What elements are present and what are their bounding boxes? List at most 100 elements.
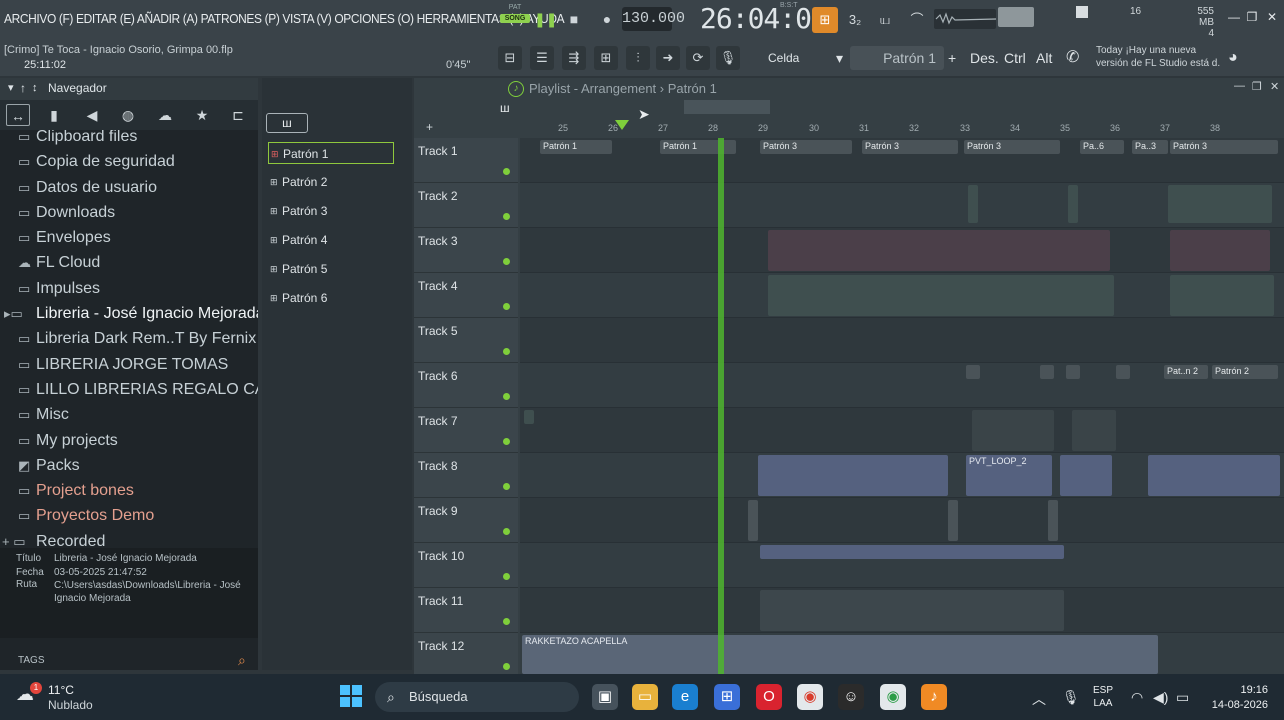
microphone-tray-icon[interactable]: 🎙 — [1062, 689, 1080, 706]
playlist-close-icon[interactable]: ✕ — [1270, 80, 1279, 93]
stop-button[interactable]: ■ — [563, 8, 585, 30]
audio-clip[interactable] — [768, 275, 1114, 316]
ctrl-button[interactable]: Ctrl — [1004, 48, 1026, 68]
track-enable-icon[interactable] — [503, 393, 510, 400]
record-button[interactable]: ● — [596, 8, 618, 30]
audio-clip[interactable] — [758, 455, 948, 496]
edge-icon[interactable]: e — [672, 684, 698, 710]
files-tab-icon[interactable]: ▮ — [42, 104, 66, 126]
file-explorer-icon[interactable]: ▭ — [632, 684, 658, 710]
track-header[interactable]: Track 2 — [414, 183, 518, 228]
track-header[interactable]: Track 11 — [414, 588, 518, 633]
pattern-item[interactable]: ⊞ Patrón 2 — [268, 171, 394, 193]
playhead[interactable] — [718, 138, 724, 674]
browser-item[interactable]: ▭ Misc — [0, 402, 258, 427]
pattern-clip[interactable]: Pa..3 — [1132, 140, 1168, 154]
track-header[interactable]: Track 10 — [414, 543, 518, 588]
track-enable-icon[interactable] — [503, 303, 510, 310]
playlist-scrollbar-thumb[interactable] — [684, 100, 770, 114]
pattern-clip[interactable]: Patrón 3 — [862, 140, 958, 154]
browser-item[interactable]: ▭ Datos de usuario — [0, 175, 258, 200]
clock[interactable]: 19:16 14-08-2026 — [1208, 683, 1268, 713]
pattern-selector[interactable]: Patrón 1 — [850, 46, 944, 70]
pattern-clip[interactable]: Patrón 1 — [660, 140, 736, 154]
audio-clip[interactable] — [968, 185, 978, 223]
pause-button[interactable]: ❚❚ — [534, 8, 557, 30]
audio-clip[interactable]: RAKKETAZO ACAPELLA — [522, 635, 1158, 674]
track-enable-icon[interactable] — [503, 618, 510, 625]
pattern-clip[interactable] — [760, 545, 1064, 559]
track-header[interactable]: Track 12 — [414, 633, 518, 678]
input-language[interactable]: ESP LAA — [1093, 684, 1113, 710]
microphone-icon[interactable]: 🎙 — [716, 46, 740, 70]
track-enable-icon[interactable] — [503, 348, 510, 355]
pattern-item[interactable]: ⊞ Patrón 1 — [268, 142, 394, 164]
tempo-display[interactable]: 130.000 — [622, 7, 685, 31]
opera-icon[interactable]: O — [756, 684, 782, 710]
browser-item[interactable]: ☁ FL Cloud — [0, 250, 258, 275]
audio-clip[interactable] — [748, 500, 758, 541]
audio-clip[interactable] — [1170, 230, 1270, 271]
user-icon[interactable]: ◕ — [1228, 48, 1238, 68]
add-track-icon[interactable]: + — [426, 120, 433, 134]
pattern-clip[interactable]: Patrón 3 — [1170, 140, 1278, 154]
browser-item[interactable]: ▭ Clipboard files — [0, 130, 258, 149]
track-header[interactable]: Track 9 — [414, 498, 518, 543]
fl-studio-icon[interactable]: ♪ — [921, 684, 947, 710]
search-tags-icon[interactable]: ⌕ — [238, 652, 246, 669]
browser-item[interactable]: ▭ Downloads — [0, 200, 258, 225]
chrome-profile-icon[interactable]: ◉ — [880, 684, 906, 710]
pattern-clip[interactable] — [1040, 365, 1054, 379]
browser-pin-icon[interactable]: ↕ — [32, 78, 38, 98]
audio-clip[interactable] — [1068, 185, 1078, 223]
playlist-icon[interactable]: ⊟ — [498, 46, 522, 70]
pattern-item[interactable]: ⊞ Patrón 6 — [268, 287, 394, 309]
audio-clip[interactable] — [972, 410, 1054, 451]
plugin-picker-icon[interactable]: ⫶ — [626, 46, 650, 70]
audio-clip[interactable] — [1170, 275, 1274, 316]
folder-tab-icon[interactable]: ⊏ — [226, 104, 250, 126]
metronome-icon[interactable]: ய — [872, 7, 898, 33]
browser-arrow-icon[interactable]: ➜ — [656, 46, 680, 70]
countdown-icon[interactable]: 3₂ — [842, 7, 868, 33]
snap-mode-select[interactable]: Celda — [748, 48, 838, 68]
loop-record-icon[interactable]: ⟳ — [686, 46, 710, 70]
browser-item[interactable]: ▭ Impulses — [0, 276, 258, 301]
pattern-clip[interactable]: Patrón 1 — [540, 140, 612, 154]
browser-item[interactable]: ▭ LIBRERIA JORGE TOMAS — [0, 352, 258, 377]
maximize-icon[interactable]: ❐ — [1244, 10, 1260, 26]
pattern-clip[interactable]: Pa..6 — [1080, 140, 1124, 154]
pattern-clip[interactable] — [966, 365, 980, 379]
speaker-tab-icon[interactable]: ◀ — [80, 104, 104, 126]
pattern-picker-icon[interactable]: ш — [266, 113, 308, 133]
track-enable-icon[interactable] — [503, 213, 510, 220]
channel-rack-mini-icon[interactable]: ш — [500, 101, 518, 119]
piano-roll-icon[interactable]: ☰ — [530, 46, 554, 70]
all-files-tab-icon[interactable]: ↔ — [6, 104, 30, 126]
track-enable-icon[interactable] — [503, 528, 510, 535]
volume-icon[interactable]: ◀) — [1153, 689, 1168, 706]
star-tab-icon[interactable]: ★ — [190, 104, 214, 126]
browser-up-icon[interactable]: ↑ — [20, 78, 26, 98]
track-lane[interactable] — [520, 498, 1284, 543]
close-icon[interactable]: ✕ — [1264, 10, 1280, 26]
audio-clip[interactable] — [1048, 500, 1058, 541]
pattern-item[interactable]: ⊞ Patrón 3 — [268, 200, 394, 222]
browser-item[interactable]: ▭ Copia de seguridad — [0, 149, 258, 174]
audio-clip[interactable] — [1148, 455, 1280, 496]
browser-item[interactable]: ◩ Packs — [0, 453, 258, 478]
alt-button[interactable]: Alt — [1036, 48, 1052, 68]
add-pattern-icon[interactable]: + — [948, 48, 956, 68]
track-enable-icon[interactable] — [503, 573, 510, 580]
browser-item[interactable]: ▭ Project bones — [0, 478, 258, 503]
pattern-clip[interactable]: Patrón 2 — [1212, 365, 1278, 379]
track-enable-icon[interactable] — [503, 663, 510, 670]
track-lane[interactable] — [520, 318, 1284, 363]
pattern-clip[interactable] — [1116, 365, 1130, 379]
discord-icon[interactable]: ☺ — [838, 684, 864, 710]
mixer-icon[interactable]: ⊞ — [594, 46, 618, 70]
tray-chevron-icon[interactable]: ︿ — [1032, 689, 1046, 709]
audio-clip[interactable] — [524, 410, 534, 424]
pat-song-toggle[interactable]: PAT SONG — [500, 4, 530, 34]
typing-keyboard-icon[interactable]: ⊞ — [812, 7, 838, 33]
